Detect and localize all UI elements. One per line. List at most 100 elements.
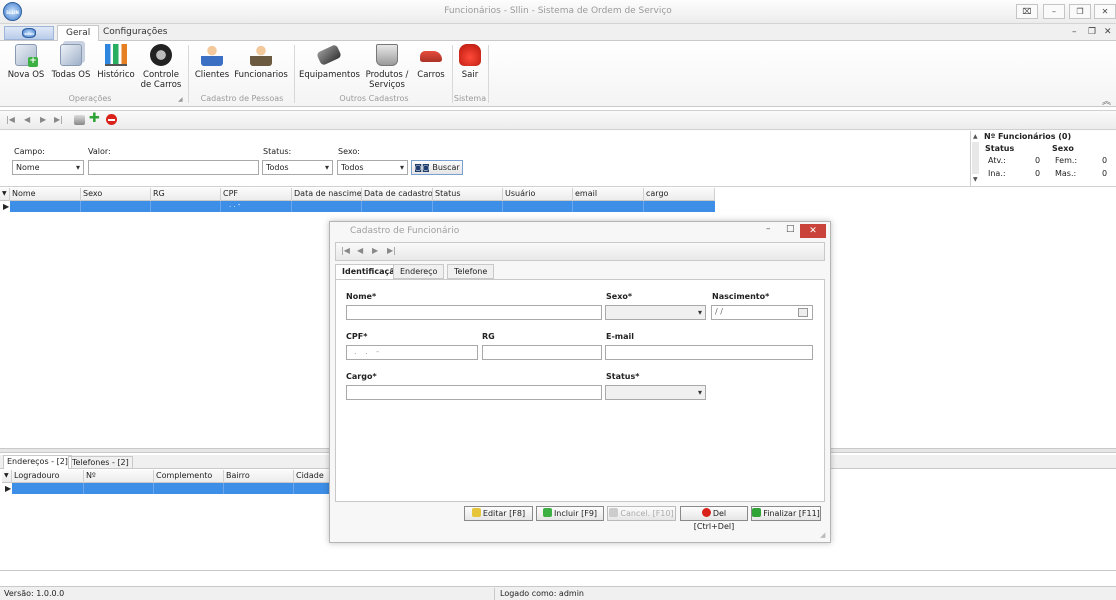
- status-filter-select[interactable]: Todos: [262, 160, 333, 175]
- controle-carros-label: Controle de Carros: [140, 70, 182, 90]
- app-menu-button[interactable]: SLLIN: [4, 26, 54, 40]
- cpf-input[interactable]: . . -: [346, 345, 478, 360]
- dialog-prior-record-icon[interactable]: ◀: [357, 246, 363, 255]
- collapse-ribbon-icon[interactable]: ︽: [1102, 94, 1111, 107]
- column-status[interactable]: Status: [433, 188, 503, 201]
- clientes-button[interactable]: Clientes: [193, 44, 231, 80]
- table-row[interactable]: [12, 483, 332, 494]
- column-complemento[interactable]: Complemento: [154, 470, 224, 483]
- first-record-icon[interactable]: |◀: [6, 115, 15, 124]
- column-data-cadastro[interactable]: Data de cadastro: [362, 188, 433, 201]
- cpf-value: . . -: [354, 347, 383, 356]
- status-select[interactable]: [605, 385, 706, 400]
- incluir-button[interactable]: Incluir [F9]: [536, 506, 604, 521]
- stats-scroll-up-icon[interactable]: ▲: [973, 133, 978, 140]
- ribbon-tab-row: SLLIN Geral Configurações – ❐ ✕: [0, 24, 1116, 41]
- del-button[interactable]: Del [Ctrl+Del]: [680, 506, 748, 531]
- group-expand-icon[interactable]: ◢: [178, 96, 183, 103]
- nascimento-input[interactable]: / /: [711, 305, 813, 320]
- stats-scrollbar-track[interactable]: [972, 142, 979, 174]
- column-nome[interactable]: Nome: [10, 188, 81, 201]
- nascimento-label: Nascimento*: [712, 292, 770, 301]
- column-logradouro[interactable]: Logradouro: [12, 470, 84, 483]
- tab-configuracoes[interactable]: Configurações: [95, 25, 175, 41]
- sexo-filter-label: Sexo:: [338, 147, 360, 156]
- campo-select[interactable]: Nome: [12, 160, 84, 175]
- calendar-icon[interactable]: [798, 308, 808, 317]
- dialog-next-record-icon[interactable]: ▶: [372, 246, 378, 255]
- dialog-last-record-icon[interactable]: ▶|: [387, 246, 396, 255]
- mdi-restore-icon[interactable]: ❐: [1088, 27, 1096, 37]
- stats-ina-value: 0: [1035, 169, 1041, 178]
- minimize-button[interactable]: –: [1043, 4, 1065, 19]
- grid-indicator-header: ▼: [0, 188, 10, 201]
- resize-grip-icon[interactable]: ◢: [820, 531, 825, 539]
- print-icon[interactable]: [74, 115, 85, 125]
- sair-button[interactable]: Sair: [456, 44, 484, 80]
- cargo-input[interactable]: [346, 385, 602, 400]
- sexo-select[interactable]: [605, 305, 706, 320]
- table-row[interactable]: . . -: [10, 201, 715, 212]
- finalizar-button[interactable]: Finalizar [F11]: [751, 506, 821, 521]
- tab-telefones[interactable]: Telefones - [2]: [68, 456, 133, 469]
- equipamentos-button[interactable]: Equipamentos: [299, 44, 360, 80]
- tab-enderecos[interactable]: Endereços - [2]: [3, 455, 72, 469]
- carros-button[interactable]: Carros: [414, 44, 448, 80]
- column-email[interactable]: email: [573, 188, 644, 201]
- todas-os-button[interactable]: Todas OS: [50, 44, 92, 80]
- cancel-button[interactable]: Cancel. [F10]: [607, 506, 676, 521]
- column-cpf[interactable]: CPF: [221, 188, 292, 201]
- column-sexo[interactable]: Sexo: [81, 188, 151, 201]
- column-usuario[interactable]: Usuário: [503, 188, 573, 201]
- tab-telefone[interactable]: Telefone: [447, 264, 495, 279]
- ribbon: + Nova OS Todas OS Histórico Controle de…: [0, 41, 1116, 107]
- version-text: Versão: 1.0.0.0: [4, 589, 65, 598]
- dialog-maximize-button[interactable]: □: [786, 224, 795, 234]
- row-indicator-icon: ▶: [5, 484, 12, 493]
- tab-endereco[interactable]: Endereço: [393, 264, 445, 279]
- cargo-label: Cargo*: [346, 372, 377, 381]
- del-label: Del [Ctrl+Del]: [693, 509, 735, 531]
- column-cidade[interactable]: Cidade: [294, 470, 332, 483]
- valor-input[interactable]: [88, 160, 259, 175]
- column-bairro[interactable]: Bairro: [224, 470, 294, 483]
- historico-button[interactable]: Histórico: [96, 44, 136, 80]
- editar-button[interactable]: Editar [F8]: [464, 506, 533, 521]
- nova-os-button[interactable]: + Nova OS: [6, 44, 46, 80]
- funcionarios-button[interactable]: Funcionarios: [234, 44, 288, 80]
- stats-fem-label: Fem.:: [1055, 156, 1078, 165]
- email-input[interactable]: [605, 345, 813, 360]
- sexo-filter-select[interactable]: Todos: [337, 160, 408, 175]
- controle-carros-button[interactable]: Controle de Carros: [140, 44, 182, 90]
- dialog-minimize-button[interactable]: –: [766, 224, 771, 234]
- last-record-icon[interactable]: ▶|: [54, 115, 63, 124]
- prior-record-icon[interactable]: ◀: [24, 115, 30, 124]
- column-cargo[interactable]: cargo: [644, 188, 715, 201]
- equipamentos-label: Equipamentos: [299, 70, 360, 80]
- dialog-first-record-icon[interactable]: |◀: [341, 246, 350, 255]
- close-button[interactable]: ✕: [1094, 4, 1116, 19]
- restore-layout-button[interactable]: ⌧: [1016, 4, 1038, 19]
- next-record-icon[interactable]: ▶: [40, 115, 46, 124]
- mdi-minimize-icon[interactable]: –: [1072, 27, 1077, 37]
- nome-input[interactable]: [346, 305, 602, 320]
- buscar-button[interactable]: ◙◙ Buscar: [411, 160, 463, 175]
- add-icon[interactable]: ✚: [89, 112, 100, 125]
- mdi-close-icon[interactable]: ✕: [1104, 27, 1112, 37]
- column-numero[interactable]: Nº: [84, 470, 154, 483]
- column-data-nascimento[interactable]: Data de nascime...: [292, 188, 362, 201]
- row-indicator-icon: ▶: [3, 202, 10, 211]
- stats-sexo-header: Sexo: [1052, 144, 1074, 153]
- column-rg[interactable]: RG: [151, 188, 221, 201]
- stats-status-header: Status: [985, 144, 1015, 153]
- rg-input[interactable]: [482, 345, 602, 360]
- produtos-servicos-button[interactable]: Produtos / Serviços: [362, 44, 412, 90]
- stats-scroll-down-icon[interactable]: ▼: [973, 176, 978, 183]
- row-cell: [292, 201, 362, 212]
- tab-geral[interactable]: Geral: [57, 25, 100, 41]
- maximize-button[interactable]: ❐: [1069, 4, 1091, 19]
- delete-icon[interactable]: [106, 114, 117, 125]
- window-title: Funcionários - Sllin - Sistema de Ordem …: [444, 6, 672, 16]
- dialog-close-button[interactable]: ✕: [800, 224, 826, 238]
- row-cell: [81, 201, 151, 212]
